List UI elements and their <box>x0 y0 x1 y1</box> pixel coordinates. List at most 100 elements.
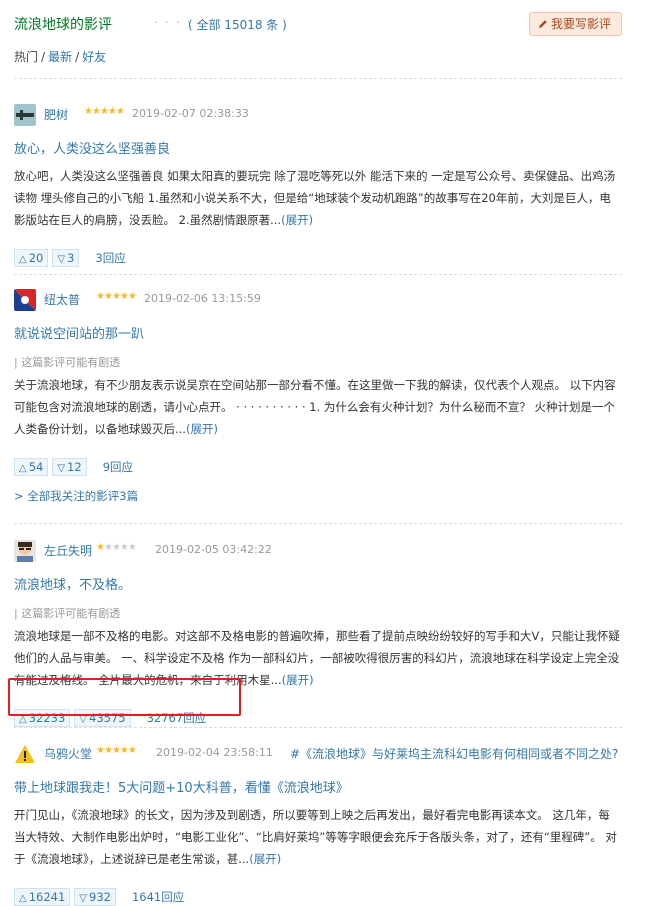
divider <box>14 727 622 728</box>
review-author[interactable]: 肥树 <box>44 106 68 123</box>
review-header: 纽太普 ★★★★★ 2019-02-06 13:15:59 <box>14 289 622 311</box>
divider <box>14 274 622 275</box>
sort-filters: 热门 / 最新 / 好友 <box>14 48 106 65</box>
star-icon: ★ <box>111 542 121 553</box>
star-icon: ★ <box>96 745 105 756</box>
review-item: 纽太普 ★★★★★ 2019-02-06 13:15:59 就说说空间站的那一趴… <box>14 289 622 478</box>
review-item: 乌鸦火堂 ★★★★★ 2019-02-04 23:58:11 #《流浪地球》与好… <box>14 743 622 906</box>
reply-link[interactable]: 9回应 <box>103 460 133 474</box>
review-author[interactable]: 左丘失明 <box>44 542 92 559</box>
filter-separator: / <box>75 50 80 64</box>
reply-link[interactable]: 3回应 <box>95 251 125 265</box>
expand-link[interactable]: (展开) <box>281 213 313 227</box>
expand-link[interactable]: (展开) <box>186 422 218 436</box>
up-triangle-icon: △ <box>19 893 27 904</box>
review-title[interactable]: 就说说空间站的那一趴 <box>14 323 622 342</box>
review-actions: △ 20 ▽ 3 3回应 <box>14 249 622 269</box>
review-excerpt: 放心吧，人类没这么坚强善良 如果太阳真的要玩完 除了混吃等死以外 能活下来的 一… <box>14 165 620 231</box>
spoiler-warning: | 这篇影评可能有剧透 <box>14 607 121 620</box>
upvote-count: 54 <box>28 460 44 474</box>
reply-link[interactable]: 1641回应 <box>132 890 184 904</box>
star-icon: ★ <box>119 542 129 553</box>
pencil-icon <box>538 20 547 28</box>
star-icon: ★ <box>111 745 121 756</box>
star-icon: ★ <box>107 106 117 117</box>
review-header: 乌鸦火堂 ★★★★★ 2019-02-04 23:58:11 #《流浪地球》与好… <box>14 743 622 765</box>
star-icon: ★ <box>119 745 129 756</box>
review-date: 2019-02-04 23:58:11 <box>156 746 273 759</box>
avatar[interactable] <box>14 743 36 765</box>
upvote-count: 20 <box>28 251 44 265</box>
avatar[interactable] <box>14 104 36 126</box>
topic-link[interactable]: #《流浪地球》与好莱坞主流科幻电影有何相同或者不同之处? <box>290 745 618 762</box>
down-triangle-icon: ▽ <box>57 463 66 474</box>
expand-link[interactable]: (展开) <box>249 852 281 866</box>
down-triangle-icon: ▽ <box>79 893 87 904</box>
upvote-button[interactable]: △ 20 <box>14 249 49 267</box>
review-title[interactable]: 带上地球跟我走！5大问题+10大科普，看懂《流浪地球》 <box>14 777 622 796</box>
downvote-count: 12 <box>67 460 82 474</box>
followed-reviews-link[interactable]: > 全部我关注的影评3篇 <box>14 488 138 504</box>
expand-link[interactable]: (展开) <box>282 673 314 687</box>
star-icon: ★ <box>96 542 105 553</box>
rating-stars: ★★★★★ <box>96 542 137 553</box>
star-icon: ★ <box>119 291 129 302</box>
filter-separator: / <box>41 50 46 64</box>
downvote-button[interactable]: ▽ 12 <box>52 458 87 476</box>
up-triangle-icon: △ <box>19 254 27 265</box>
review-author[interactable]: 纽太普 <box>44 291 80 308</box>
filter-friends[interactable]: 好友 <box>82 50 106 64</box>
divider <box>14 523 622 524</box>
review-date: 2019-02-06 13:15:59 <box>144 292 261 305</box>
star-icon: ★ <box>111 291 121 302</box>
downvote-button[interactable]: ▽ 932 <box>74 888 116 906</box>
review-excerpt-text: 开门见山，《流浪地球》的长文，因为涉及到剧透，所以要等到上映之后再发出，最好看完… <box>14 808 617 866</box>
review-author[interactable]: 乌鸦火堂 <box>44 745 92 762</box>
page-title[interactable]: 流浪地球的影评 <box>14 14 112 34</box>
star-icon: ★ <box>84 106 93 117</box>
down-triangle-icon: ▽ <box>57 254 66 265</box>
review-title[interactable]: 流浪地球，不及格。 <box>14 574 622 593</box>
review-header: 肥树 ★★★★★ 2019-02-07 02:38:33 <box>14 104 622 126</box>
review-header: 左丘失明 ★★★★★ 2019-02-05 03:42:22 <box>14 540 622 562</box>
review-item: 肥树 ★★★★★ 2019-02-07 02:38:33 放心，人类没这么坚强善… <box>14 104 622 269</box>
review-excerpt-text: 关于流浪地球，有不少朋友表示说吴京在空间站那一部分看不懂。在这里做一下我的解读，… <box>14 378 616 436</box>
rating-stars: ★★★★★ <box>96 745 137 756</box>
avatar[interactable] <box>14 289 36 311</box>
filter-hot[interactable]: 热门 <box>14 50 38 64</box>
review-title[interactable]: 放心，人类没这么坚强善良 <box>14 138 622 157</box>
star-icon: ★ <box>103 745 113 756</box>
downvote-button[interactable]: ▽ 3 <box>52 249 80 267</box>
review-excerpt-text: 放心吧，人类没这么坚强善良 如果太阳真的要玩完 除了混吃等死以外 能活下来的 一… <box>14 169 616 227</box>
upvote-button[interactable]: △ 54 <box>14 458 49 476</box>
review-date: 2019-02-07 02:38:33 <box>132 107 249 120</box>
reviews-header: 流浪地球的影评 · · · · · · ( 全部 15018 条 ) 我要写影评 <box>14 12 626 38</box>
rating-stars: ★★★★★ <box>84 106 125 117</box>
up-triangle-icon: △ <box>19 463 27 474</box>
spoiler-warning: | 这篇影评可能有剧透 <box>14 356 121 369</box>
star-icon: ★ <box>99 106 109 117</box>
avatar[interactable] <box>14 540 36 562</box>
rating-stars: ★★★★★ <box>96 291 137 302</box>
divider <box>14 78 622 79</box>
star-icon: ★ <box>96 291 105 302</box>
review-date: 2019-02-05 03:42:22 <box>155 543 272 556</box>
downvote-count: 3 <box>67 251 75 265</box>
upvote-button[interactable]: △ 16241 <box>14 888 71 906</box>
highlight-box <box>8 678 241 716</box>
star-icon: ★ <box>103 291 113 302</box>
write-review-button[interactable]: 我要写影评 <box>528 12 622 36</box>
review-excerpt: 开门见山，《流浪地球》的长文，因为涉及到剧透，所以要等到上映之后再发出，最好看完… <box>14 804 620 870</box>
downvote-count: 932 <box>89 890 111 904</box>
star-icon: ★ <box>91 106 101 117</box>
star-icon: ★ <box>127 745 137 756</box>
total-count-link[interactable]: ( 全部 15018 条 ) <box>188 16 287 33</box>
review-actions: △ 54 ▽ 12 9回应 <box>14 458 622 478</box>
star-icon: ★ <box>103 542 113 553</box>
upvote-count: 16241 <box>28 890 66 904</box>
star-icon: ★ <box>115 106 125 117</box>
star-icon: ★ <box>127 291 137 302</box>
star-icon: ★ <box>127 542 137 553</box>
filter-latest[interactable]: 最新 <box>48 50 72 64</box>
review-excerpt: 关于流浪地球，有不少朋友表示说吴京在空间站那一部分看不懂。在这里做一下我的解读，… <box>14 374 620 440</box>
